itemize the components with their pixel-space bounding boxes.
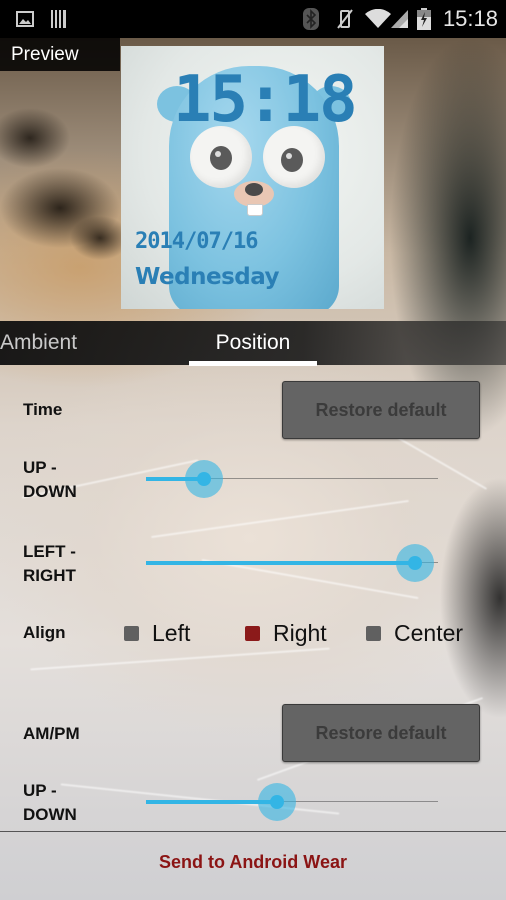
time-left-right-label: LEFT - RIGHT xyxy=(23,540,76,588)
battery-charging-icon xyxy=(417,0,431,38)
radio-label: Right xyxy=(273,619,327,646)
wifi-icon xyxy=(365,0,391,38)
ampm-restore-default-button[interactable]: Restore default xyxy=(282,704,480,762)
tab-bar: Ambient Position xyxy=(0,321,506,365)
label-line: LEFT - xyxy=(23,542,76,561)
watch-day: Wednesday xyxy=(135,264,280,290)
tab-position[interactable]: Position xyxy=(189,321,317,365)
slider-thumb[interactable] xyxy=(407,556,422,570)
bluetooth-icon xyxy=(303,0,319,38)
ampm-up-down-slider[interactable] xyxy=(146,782,438,822)
radio-box[interactable] xyxy=(366,625,381,641)
watch-date: 2014/07/16 xyxy=(135,229,258,254)
radio-box[interactable] xyxy=(124,625,139,641)
image-icon xyxy=(16,0,34,38)
tab-ambient[interactable]: Ambient xyxy=(0,321,77,365)
align-option-left[interactable]: Left xyxy=(124,618,190,648)
time-up-down-label: UP - DOWN xyxy=(23,456,77,504)
align-option-right[interactable]: Right xyxy=(245,618,327,648)
tab-selected-indicator xyxy=(189,361,317,366)
cell-signal-icon xyxy=(391,0,409,38)
align-option-center[interactable]: Center xyxy=(366,618,463,648)
label-line: UP - xyxy=(23,458,57,477)
time-section-label: Time xyxy=(23,400,63,419)
ampm-up-down-label: UP - DOWN xyxy=(23,779,77,827)
preview-label: Preview xyxy=(11,44,79,65)
vibrate-mute-icon xyxy=(336,0,354,38)
radio-label: Left xyxy=(152,619,191,646)
radio-box[interactable] xyxy=(245,625,260,641)
label-line: RIGHT xyxy=(23,566,76,585)
slider-fill xyxy=(146,561,415,565)
align-label: Align xyxy=(23,623,66,642)
gopher-teeth xyxy=(247,204,263,216)
watch-face-preview: 15:18 2014/07/16 Wednesday xyxy=(121,46,384,309)
time-up-down-slider[interactable] xyxy=(146,459,438,499)
watch-time: 15:18 xyxy=(173,63,358,137)
time-restore-default-button[interactable]: Restore default xyxy=(282,381,480,439)
radio-label: Center xyxy=(394,619,464,646)
ampm-section-label: AM/PM xyxy=(23,724,80,743)
label-line: DOWN xyxy=(23,482,77,501)
barcode-icon xyxy=(50,0,68,38)
label-line: DOWN xyxy=(23,805,77,824)
label-line: UP - xyxy=(23,781,57,800)
status-bar: 15:18 xyxy=(0,0,506,38)
divider xyxy=(0,831,506,832)
gopher-nose xyxy=(245,183,263,196)
time-left-right-slider[interactable] xyxy=(146,543,438,583)
status-time: 15:18 xyxy=(442,6,498,31)
send-to-android-wear-button[interactable]: Send to Android Wear xyxy=(0,852,506,873)
